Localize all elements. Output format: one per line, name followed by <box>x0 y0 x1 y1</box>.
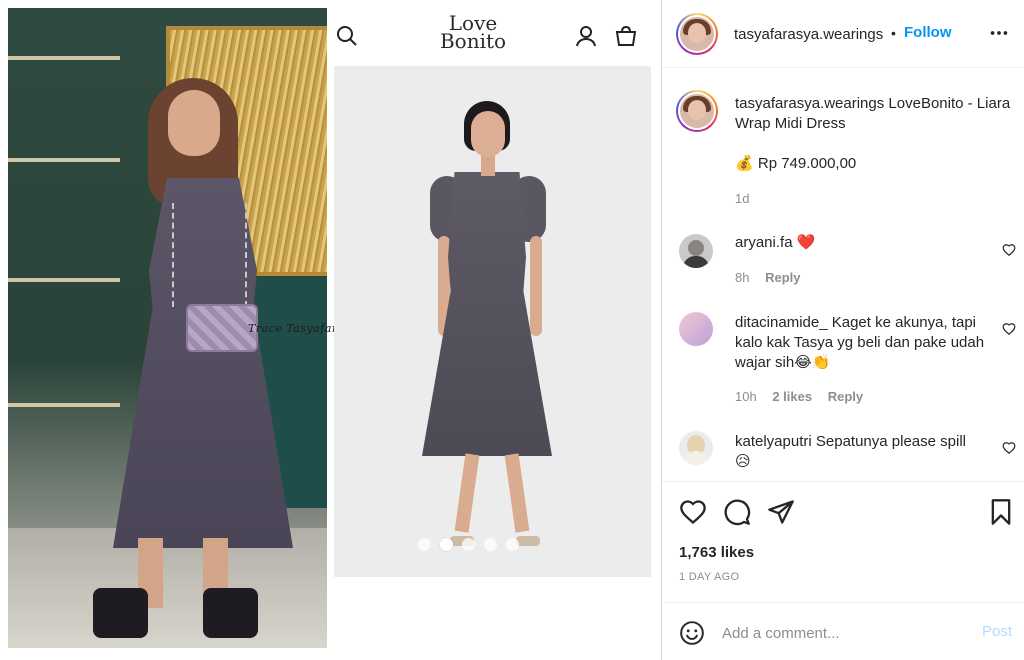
face <box>471 111 505 157</box>
neck <box>481 154 495 176</box>
likes-count[interactable]: 1,763 likes <box>679 544 754 561</box>
price-line: 💰 Rp 749.000,00 <box>735 154 856 174</box>
product-photo <box>334 66 651 577</box>
comment-icon[interactable] <box>723 498 751 526</box>
sandal <box>203 588 258 638</box>
shoe <box>516 536 540 546</box>
comment-time: 10h <box>735 389 757 404</box>
avatar-image <box>678 92 716 130</box>
shelf <box>8 278 120 282</box>
comment-text: aryani.fa ❤️ <box>735 233 995 253</box>
comment-like-heart-icon[interactable] <box>1002 322 1016 336</box>
user-icon <box>576 26 596 47</box>
comments-section[interactable]: tasyafarasya.wearings LoveBonito - Liara… <box>662 69 1024 481</box>
comment-meta: 10h 2 likes Reply <box>735 389 875 404</box>
carousel-dot[interactable] <box>506 538 519 551</box>
laugh-clap-emoji: 😂👏 <box>794 354 831 371</box>
commenter-avatar[interactable] <box>679 312 713 346</box>
comment-time: 8h <box>735 270 750 285</box>
author-avatar[interactable] <box>676 13 718 55</box>
comment-username[interactable]: aryani.fa <box>735 234 793 251</box>
caption-time: 1d <box>735 191 750 206</box>
comment-text: katelyaputri Sepatunya please spill 😥 <box>735 432 995 472</box>
separator-dot: • <box>891 25 896 41</box>
shelf <box>8 56 120 60</box>
comment-input[interactable] <box>722 620 962 646</box>
post-panel: tasyafarasya.wearings • Follow tasyafara… <box>661 0 1024 660</box>
comment-text: ditacinamide_ Kaget ke akunya, tapi kalo… <box>735 313 995 373</box>
reply-button[interactable]: Reply <box>765 270 800 285</box>
heart-icon[interactable] <box>679 498 707 526</box>
carousel-dot-active[interactable] <box>440 538 453 551</box>
search-icon <box>337 26 357 46</box>
comment-meta: 8h Reply <box>735 270 813 285</box>
carousel-dots <box>418 538 519 551</box>
shelf <box>8 158 120 162</box>
comment-body: Sepatunya please spill <box>815 433 966 450</box>
brand-logo: Love Bonito <box>438 13 508 53</box>
comment-username[interactable]: katelyaputri <box>735 433 812 450</box>
arm <box>530 236 542 336</box>
face <box>168 90 220 156</box>
sandal <box>93 588 148 638</box>
comment-likes[interactable]: 2 likes <box>772 389 812 404</box>
post-media[interactable]: Trace Tasyafarasya.wearings Love Bonito <box>0 0 661 660</box>
post-header: tasyafarasya.wearings • Follow <box>662 0 1024 68</box>
caption-text: tasyafarasya.wearings LoveBonito - Liara… <box>735 94 1020 134</box>
reply-button[interactable]: Reply <box>828 389 863 404</box>
sad-emoji: 😥 <box>735 453 751 470</box>
price-text: Rp 749.000,00 <box>757 155 857 172</box>
shelf <box>8 403 120 407</box>
lovebonito-header: Love Bonito <box>333 8 653 66</box>
action-bar: 1,763 likes 1 DAY AGO <box>662 481 1024 601</box>
leg <box>454 453 480 533</box>
cart-icon <box>615 25 637 46</box>
post-button[interactable]: Post <box>982 623 1012 640</box>
share-icon[interactable] <box>767 498 795 526</box>
emoji-icon[interactable] <box>679 620 705 646</box>
avatar-image <box>678 15 716 53</box>
caption-meta: 1d <box>735 191 761 206</box>
comment-like-heart-icon[interactable] <box>1002 243 1016 257</box>
caption-username[interactable]: tasyafarasya.wearings <box>735 95 884 112</box>
comment-like-heart-icon[interactable] <box>1002 441 1016 455</box>
money-bag-emoji: 💰 <box>735 155 754 172</box>
add-comment-bar: Post <box>662 602 1024 660</box>
carousel-dot[interactable] <box>484 538 497 551</box>
follow-button[interactable]: Follow <box>904 24 952 41</box>
post-date: 1 DAY AGO <box>679 571 740 583</box>
caption-avatar[interactable] <box>676 90 718 132</box>
bookmark-icon[interactable] <box>987 498 1015 526</box>
commenter-avatar[interactable] <box>679 234 713 268</box>
leg <box>504 453 530 533</box>
heart-emoji: ❤️ <box>796 234 816 251</box>
carousel-dot[interactable] <box>462 538 475 551</box>
author-username[interactable]: tasyafarasya.wearings <box>734 26 883 43</box>
commenter-avatar[interactable] <box>679 431 713 465</box>
carousel-dot[interactable] <box>418 538 431 551</box>
more-icon[interactable] <box>988 22 1010 44</box>
logo-line-2: Bonito <box>439 29 507 53</box>
comment-username[interactable]: ditacinamide_ <box>735 314 828 331</box>
bag-chain <box>172 203 247 307</box>
